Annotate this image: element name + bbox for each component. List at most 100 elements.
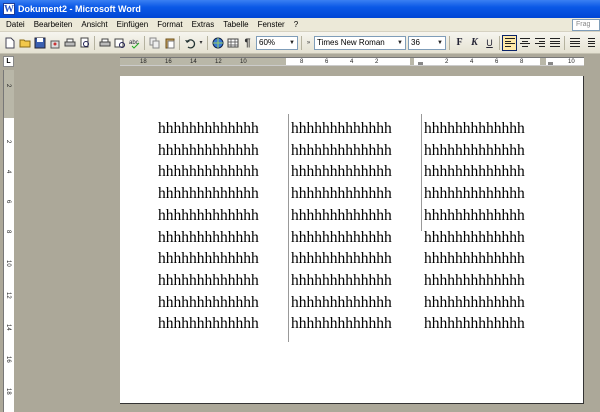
save-icon[interactable] [33, 35, 47, 51]
text-line: hhhhhhhhhhhhh [291, 228, 392, 246]
menu-datei[interactable]: Datei [6, 20, 25, 29]
print-icon[interactable] [63, 35, 77, 51]
text-line: hhhhhhhhhhhhh [424, 163, 525, 181]
font-name-combo[interactable]: Times New Roman ▼ [314, 35, 406, 50]
menu-bar: Datei Bearbeiten Ansicht Einfügen Format… [0, 18, 600, 32]
line-spacing-icon [569, 38, 580, 47]
toolbar-separator [301, 35, 302, 50]
ruler-number: 12 [215, 59, 222, 65]
toolbar-separator [499, 35, 500, 50]
ruler-number: 2 [375, 59, 379, 65]
workspace-right-edge [586, 70, 600, 412]
title-bar[interactable]: W Dokument2 - Microsoft Word [0, 0, 600, 18]
menu-tabelle[interactable]: Tabelle [223, 20, 248, 29]
ruler-number: 4 [5, 170, 11, 174]
spelling-icon[interactable]: abc [128, 35, 142, 51]
numbering-button[interactable] [582, 35, 597, 51]
paste-icon[interactable] [163, 35, 177, 51]
toolbar-separator [179, 35, 180, 50]
align-center-button[interactable] [517, 35, 532, 51]
table-icon[interactable] [226, 35, 240, 51]
ruler-row: L 18 16 14 12 10 8 6 4 2 2 4 6 8 10 [0, 55, 600, 68]
zoom-combo[interactable]: 60% ▼ [256, 35, 298, 50]
document-page[interactable]: hhhhhhhhhhhhh hhhhhhhhhhhhh hhhhhhhhhhhh… [120, 76, 584, 404]
menu-bearbeiten[interactable]: Bearbeiten [34, 20, 73, 29]
ask-question-box[interactable]: Frag [572, 19, 600, 31]
numbering-icon [585, 38, 595, 47]
text-column-3[interactable]: hhhhhhhhhhhhh hhhhhhhhhhhhh hhhhhhhhhhhh… [424, 118, 525, 335]
text-column-2[interactable]: hhhhhhhhhhhhh hhhhhhhhhhhhh hhhhhhhhhhhh… [291, 118, 392, 335]
toolbar-separator [449, 35, 450, 50]
text-line: hhhhhhhhhhhhh [158, 250, 259, 268]
toolbar-options-icon[interactable]: » [305, 35, 313, 51]
align-left-button[interactable] [502, 34, 517, 51]
text-line: hhhhhhhhhhhhh [291, 315, 392, 333]
ruler-number: 10 [240, 59, 247, 65]
italic-button[interactable]: K [467, 35, 482, 51]
column-separator-line [421, 114, 422, 231]
toolbar-separator [144, 35, 145, 50]
menu-fenster[interactable]: Fenster [258, 20, 285, 29]
line-spacing-button[interactable] [567, 35, 582, 51]
text-line: hhhhhhhhhhhhh [291, 293, 392, 311]
ruler-margin-top [4, 70, 14, 118]
text-line: hhhhhhhhhhhhh [291, 120, 392, 137]
font-size-combo[interactable]: 36 ▼ [408, 35, 446, 50]
font-name-value: Times New Roman [317, 38, 385, 47]
chevron-down-icon[interactable]: ▼ [395, 37, 405, 49]
indent-marker[interactable] [548, 62, 553, 65]
zoom-value: 60% [259, 38, 276, 47]
menu-einfuegen[interactable]: Einfügen [117, 20, 149, 29]
font-size-value: 36 [411, 38, 420, 47]
show-formatting-icon[interactable]: ¶ [241, 35, 255, 51]
print-preview-icon[interactable] [78, 35, 92, 51]
ruler-number: 10 [5, 260, 11, 267]
text-line: hhhhhhhhhhhhh [424, 120, 525, 137]
horizontal-ruler[interactable]: 18 16 14 12 10 8 6 4 2 2 4 6 8 10 [120, 57, 584, 66]
tab-selector[interactable]: L [3, 56, 14, 67]
column-separator-line [288, 114, 289, 342]
text-line: hhhhhhhhhhhhh [291, 185, 392, 203]
copy-icon[interactable] [148, 35, 162, 51]
text-line: hhhhhhhhhhhhh [424, 141, 525, 159]
underline-button[interactable]: U [482, 35, 497, 51]
text-line: hhhhhhhhhhhhh [424, 293, 525, 311]
text-line: hhhhhhhhhhhhh [424, 228, 525, 246]
permission-icon[interactable] [48, 35, 62, 51]
new-icon[interactable] [3, 35, 17, 51]
vertical-ruler[interactable]: 2 2 4 6 8 10 12 14 16 18 [3, 70, 14, 412]
menu-ansicht[interactable]: Ansicht [81, 20, 107, 29]
text-line: hhhhhhhhhhhhh [158, 120, 259, 137]
ruler-number: 6 [5, 200, 11, 204]
ruler-column-gap-2 [540, 58, 546, 65]
text-column-1[interactable]: hhhhhhhhhhhhh hhhhhhhhhhhhh hhhhhhhhhhhh… [158, 118, 259, 335]
open-icon[interactable] [18, 35, 32, 51]
print-icon-2[interactable] [98, 35, 112, 51]
text-line: hhhhhhhhhhhhh [291, 141, 392, 159]
hyperlink-icon[interactable] [211, 35, 225, 51]
justify-button[interactable] [547, 35, 562, 51]
text-line: hhhhhhhhhhhhh [158, 293, 259, 311]
text-line: hhhhhhhhhhhhh [158, 141, 259, 159]
align-right-button[interactable] [532, 35, 547, 51]
text-line: hhhhhhhhhhhhh [158, 206, 259, 224]
text-line: hhhhhhhhhhhhh [291, 271, 392, 289]
window-title: Dokument2 - Microsoft Word [18, 4, 141, 14]
word-app-icon[interactable]: W [3, 3, 15, 15]
ruler-number: 6 [495, 59, 499, 65]
chevron-down-icon[interactable]: ▼ [287, 37, 297, 49]
text-line: hhhhhhhhhhhhh [291, 163, 392, 181]
ruler-number: 14 [5, 324, 11, 331]
bold-button[interactable]: F [452, 35, 467, 51]
ruler-number: 8 [520, 59, 524, 65]
menu-format[interactable]: Format [157, 20, 182, 29]
chevron-down-icon[interactable]: ▼ [435, 37, 445, 49]
undo-dropdown-icon[interactable]: ▾ [198, 35, 205, 51]
menu-extras[interactable]: Extras [192, 20, 215, 29]
menu-help[interactable]: ? [294, 20, 298, 29]
research-icon[interactable] [113, 35, 127, 51]
ruler-number: 12 [5, 292, 11, 299]
indent-marker[interactable] [418, 62, 423, 65]
undo-icon[interactable] [183, 35, 197, 51]
ruler-number: 6 [325, 59, 329, 65]
